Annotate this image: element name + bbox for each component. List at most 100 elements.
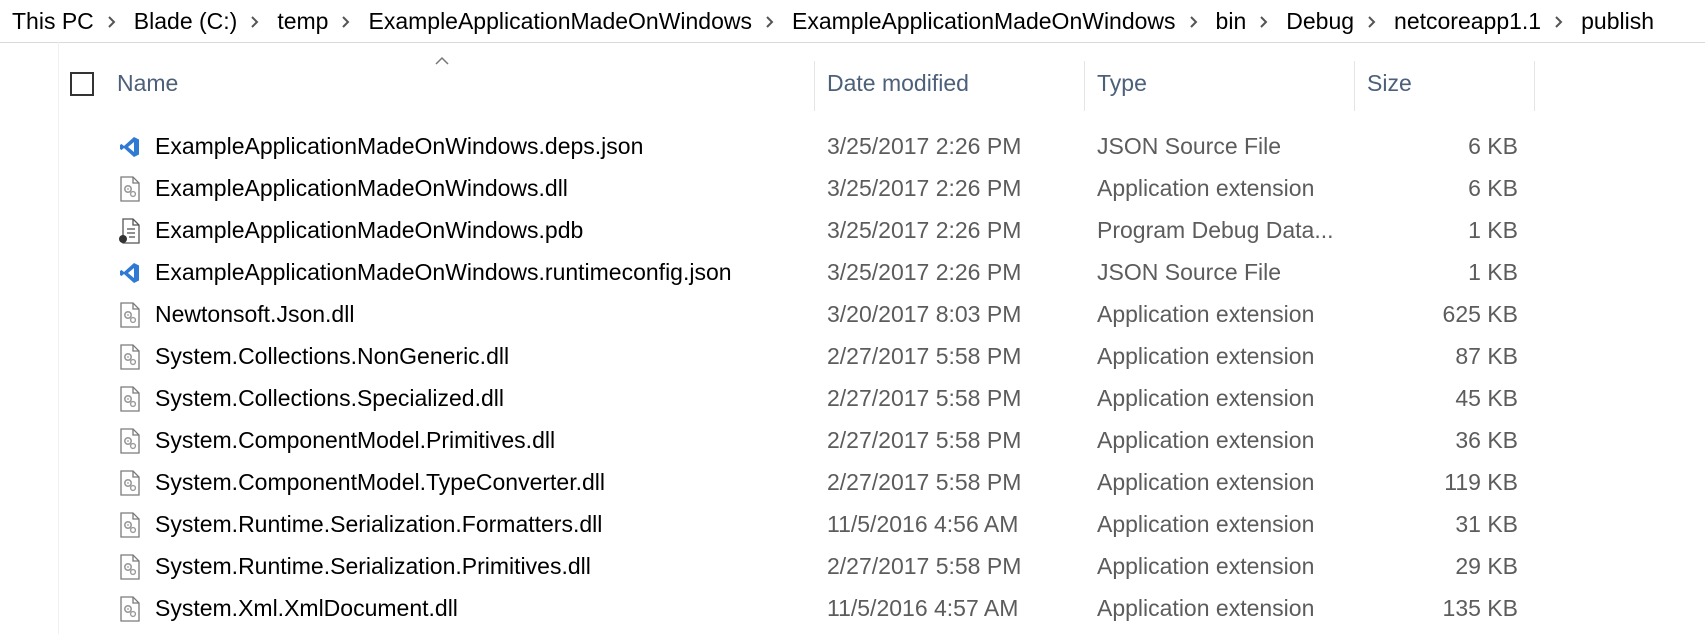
file-row[interactable]: ExampleApplicationMadeOnWindows.deps.jso… <box>0 126 1705 168</box>
file-type: Application extension <box>1097 595 1315 621</box>
file-type: Application extension <box>1097 301 1315 327</box>
file-type: Application extension <box>1097 427 1315 453</box>
dll-file-icon <box>118 175 142 203</box>
select-all-checkbox[interactable] <box>70 72 94 96</box>
chevron-right-icon[interactable] <box>247 0 265 42</box>
file-type: Application extension <box>1097 385 1315 411</box>
file-size: 29 KB <box>1455 553 1518 579</box>
file-name[interactable]: System.Collections.Specialized.dll <box>155 385 504 412</box>
file-row[interactable]: System.Runtime.Serialization.Primitives.… <box>0 546 1705 588</box>
file-name[interactable]: ExampleApplicationMadeOnWindows.deps.jso… <box>155 133 643 160</box>
column-header-date-modified[interactable]: Date modified <box>827 70 969 97</box>
file-row[interactable]: Newtonsoft.Json.dll 3/20/2017 8:03 PM Appl… <box>0 294 1705 336</box>
file-name[interactable]: System.Runtime.Serialization.Formatters.… <box>155 511 602 538</box>
chevron-right-icon[interactable] <box>1364 0 1382 42</box>
file-name[interactable]: System.ComponentModel.TypeConverter.dll <box>155 469 605 496</box>
file-date-modified: 2/27/2017 5:58 PM <box>827 553 1022 579</box>
file-size: 1 KB <box>1468 259 1518 285</box>
file-size: 6 KB <box>1468 175 1518 201</box>
file-size: 1 KB <box>1468 217 1518 243</box>
file-date-modified: 3/25/2017 2:26 PM <box>827 175 1022 201</box>
chevron-right-icon[interactable] <box>1186 0 1204 42</box>
file-row[interactable]: System.ComponentModel.TypeConverter.dll 2… <box>0 462 1705 504</box>
breadcrumb-item[interactable]: ExampleApplicationMadeOnWindows <box>356 0 752 42</box>
file-name[interactable]: System.ComponentModel.Primitives.dll <box>155 427 555 454</box>
breadcrumb-item[interactable]: Blade (C:) <box>122 0 238 42</box>
file-name[interactable]: System.Xml.XmlDocument.dll <box>155 595 458 622</box>
column-divider[interactable] <box>1354 61 1355 111</box>
file-row[interactable]: ExampleApplicationMadeOnWindows.dll 3/25/… <box>0 168 1705 210</box>
file-size: 6 KB <box>1468 133 1518 159</box>
file-date-modified: 2/27/2017 5:58 PM <box>827 343 1022 369</box>
file-name[interactable]: ExampleApplicationMadeOnWindows.dll <box>155 175 568 202</box>
file-size: 87 KB <box>1455 343 1518 369</box>
breadcrumb-item[interactable]: Debug <box>1274 0 1354 42</box>
file-type: JSON Source File <box>1097 259 1282 285</box>
file-type: Program Debug Data... <box>1097 217 1334 243</box>
file-size: 625 KB <box>1442 301 1518 327</box>
file-row[interactable]: ExampleApplicationMadeOnWindows.pdb 3/25/… <box>0 210 1705 252</box>
column-header-name[interactable]: Name <box>117 70 178 97</box>
dll-file-icon <box>118 427 142 455</box>
chevron-right-icon[interactable] <box>1551 0 1569 42</box>
breadcrumb-item[interactable]: This PC <box>0 0 94 42</box>
pdb-file-icon <box>118 217 142 245</box>
file-name[interactable]: ExampleApplicationMadeOnWindows.pdb <box>155 217 583 244</box>
sort-ascending-icon <box>435 56 449 65</box>
chevron-right-icon[interactable] <box>1256 0 1274 42</box>
file-date-modified: 2/27/2017 5:58 PM <box>827 469 1022 495</box>
file-list: ExampleApplicationMadeOnWindows.deps.jso… <box>0 126 1705 630</box>
file-size: 45 KB <box>1455 385 1518 411</box>
vscode-json-icon <box>118 259 142 287</box>
file-date-modified: 2/27/2017 5:58 PM <box>827 427 1022 453</box>
file-date-modified: 2/27/2017 5:58 PM <box>827 385 1022 411</box>
dll-file-icon <box>118 595 142 623</box>
file-type: Application extension <box>1097 469 1315 495</box>
breadcrumb-item[interactable]: temp <box>265 0 328 42</box>
file-type: Application extension <box>1097 175 1315 201</box>
chevron-right-icon[interactable] <box>762 0 780 42</box>
file-row[interactable]: System.Collections.Specialized.dll 2/27/2… <box>0 378 1705 420</box>
chevron-right-icon[interactable] <box>104 0 122 42</box>
file-name[interactable]: System.Collections.NonGeneric.dll <box>155 343 509 370</box>
breadcrumb-item[interactable]: netcoreapp1.1 <box>1382 0 1541 42</box>
dll-file-icon <box>118 511 142 539</box>
dll-file-icon <box>118 469 142 497</box>
breadcrumb-item[interactable]: ExampleApplicationMadeOnWindows <box>780 0 1176 42</box>
file-row[interactable]: System.Collections.NonGeneric.dll 2/27/20… <box>0 336 1705 378</box>
chevron-right-icon[interactable] <box>338 0 356 42</box>
file-date-modified: 11/5/2016 4:56 AM <box>827 511 1019 537</box>
column-divider[interactable] <box>814 61 815 111</box>
dll-file-icon <box>118 343 142 371</box>
file-name[interactable]: Newtonsoft.Json.dll <box>155 301 354 328</box>
dll-file-icon <box>118 301 142 329</box>
dll-file-icon <box>118 553 142 581</box>
file-row[interactable]: System.ComponentModel.Primitives.dll 2/27… <box>0 420 1705 462</box>
file-name[interactable]: ExampleApplicationMadeOnWindows.runtimec… <box>155 259 732 286</box>
file-date-modified: 11/5/2016 4:57 AM <box>827 595 1019 621</box>
file-date-modified: 3/25/2017 2:26 PM <box>827 133 1022 159</box>
dll-file-icon <box>118 385 142 413</box>
file-date-modified: 3/20/2017 8:03 PM <box>827 301 1022 327</box>
file-size: 31 KB <box>1455 511 1518 537</box>
file-type: Application extension <box>1097 343 1315 369</box>
file-row[interactable]: System.Runtime.Serialization.Formatters.… <box>0 504 1705 546</box>
file-row[interactable]: ExampleApplicationMadeOnWindows.runtimec… <box>0 252 1705 294</box>
file-size: 36 KB <box>1455 427 1518 453</box>
column-header-type[interactable]: Type <box>1097 70 1147 97</box>
file-type: Application extension <box>1097 511 1315 537</box>
file-type: JSON Source File <box>1097 133 1282 159</box>
file-name[interactable]: System.Runtime.Serialization.Primitives.… <box>155 553 591 580</box>
file-row[interactable]: System.Xml.XmlDocument.dll 11/5/2016 4:57… <box>0 588 1705 630</box>
file-size: 135 KB <box>1442 595 1518 621</box>
column-divider[interactable] <box>1084 61 1085 111</box>
vscode-json-icon <box>118 133 142 161</box>
breadcrumb-item[interactable]: publish <box>1569 0 1654 42</box>
file-date-modified: 3/25/2017 2:26 PM <box>827 217 1022 243</box>
column-header-size[interactable]: Size <box>1367 70 1412 97</box>
column-divider[interactable] <box>1534 61 1535 111</box>
breadcrumb-item[interactable]: bin <box>1204 0 1247 42</box>
breadcrumb: This PC Blade (C:) temp ExampleApplicationM… <box>0 0 1705 43</box>
file-type: Application extension <box>1097 553 1315 579</box>
file-date-modified: 3/25/2017 2:26 PM <box>827 259 1022 285</box>
